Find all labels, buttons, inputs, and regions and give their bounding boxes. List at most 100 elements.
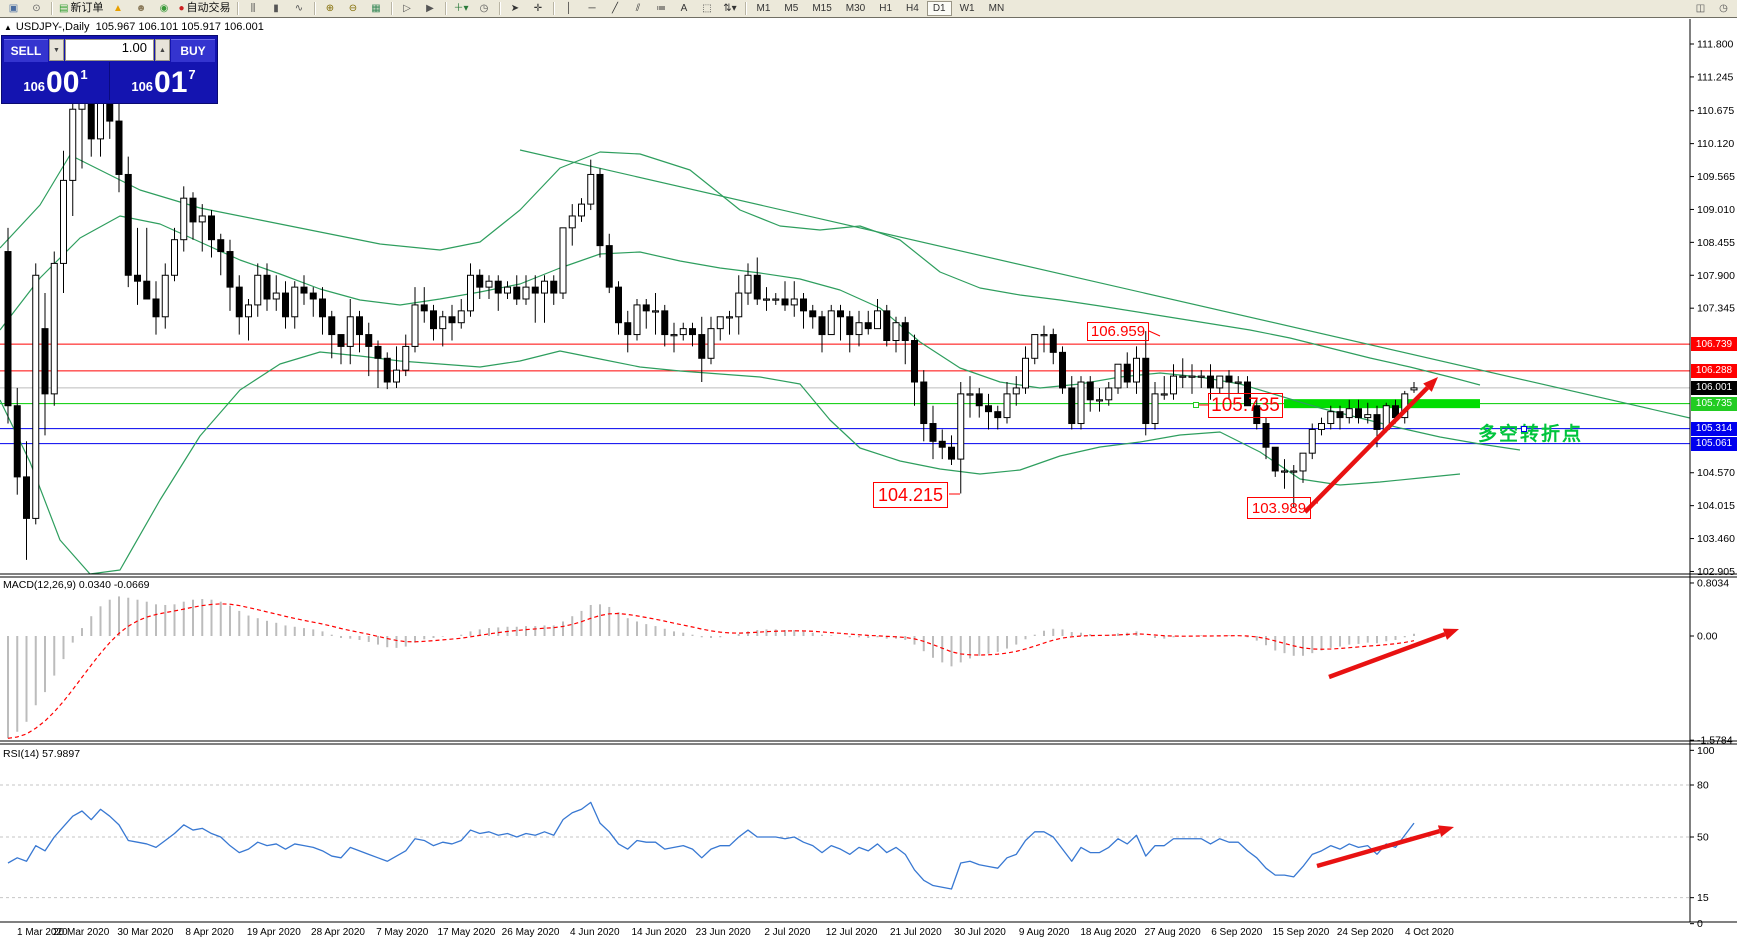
horizontal-line-tool[interactable]: ─ <box>582 1 603 16</box>
new-order-button[interactable]: ▤新订单 <box>57 1 105 16</box>
volume-down-button[interactable]: ▼ <box>49 39 64 61</box>
timeframe-m15[interactable]: M15 <box>806 1 837 16</box>
collapse-triangle-icon[interactable]: ▲ <box>4 23 12 32</box>
date-label[interactable]: 18 Aug 2020 <box>1080 927 1137 938</box>
timeframe-w1[interactable]: W1 <box>954 1 981 16</box>
svg-text:110.120: 110.120 <box>1697 138 1734 150</box>
zoom-out-button[interactable]: ⊖ <box>343 1 364 16</box>
text-label-tool-glyph: ⬚ <box>702 1 711 16</box>
crosshair-tool[interactable]: ✛ <box>528 1 549 16</box>
step-forward-button[interactable]: ▷ <box>397 1 418 16</box>
timeframe-h1[interactable]: H1 <box>873 1 898 16</box>
price-label-annotation-105.735[interactable]: 105.735 <box>1208 393 1283 418</box>
line-selection-handle[interactable] <box>1521 426 1527 432</box>
horizontal-line-tool-glyph: ─ <box>588 1 595 16</box>
add-indicator-button[interactable]: ＋▾ <box>451 1 472 16</box>
new-order-glyph: ▤ <box>59 1 68 16</box>
date-label[interactable]: 21 Jul 2020 <box>890 927 942 938</box>
date-label[interactable]: 23 Jun 2020 <box>696 927 751 938</box>
date-label[interactable]: 30 Jul 2020 <box>954 927 1006 938</box>
date-label[interactable]: 9 Aug 2020 <box>1019 927 1070 938</box>
date-label[interactable]: 28 Apr 2020 <box>311 927 365 938</box>
bull-bear-turning-point-note[interactable]: 多空转折点 <box>1478 419 1583 446</box>
line-chart-button[interactable]: ∿ <box>289 1 310 16</box>
indicator-window-icon[interactable]: ◫ <box>1690 1 1711 16</box>
arrows-tool[interactable]: ⇅▾ <box>720 1 741 16</box>
zoom-in-button[interactable]: ⊕ <box>320 1 341 16</box>
fibonacci-tool[interactable]: ≔ <box>651 1 672 16</box>
date-label[interactable]: 12 Jul 2020 <box>826 927 878 938</box>
auto-scroll-button[interactable]: ▶ <box>420 1 441 16</box>
timeframe-d1[interactable]: D1 <box>927 1 952 16</box>
text-label-tool[interactable]: ⬚ <box>697 1 718 16</box>
toolbar-group-2: ⫼▮∿ <box>243 1 310 16</box>
date-label[interactable]: 7 May 2020 <box>376 927 429 938</box>
buy-button[interactable]: BUY <box>171 39 215 62</box>
date-label[interactable]: 8 Apr 2020 <box>185 927 234 938</box>
buy-price[interactable]: 106 01 7 <box>110 62 217 100</box>
date-label[interactable]: 27 Aug 2020 <box>1145 927 1202 938</box>
svg-text:100: 100 <box>1697 745 1715 757</box>
toolbar-group-4: ▷▶ <box>397 1 441 16</box>
symbol-period-label: USDJPY-,Daily <box>16 21 90 33</box>
date-label[interactable]: 2 Jul 2020 <box>764 927 811 938</box>
price-label-annotation-106.959[interactable]: 106.959 <box>1087 322 1149 341</box>
chart-canvas[interactable]: 111.800111.245110.675110.120109.565109.0… <box>0 0 1737 942</box>
signal-icon[interactable]: ◉ <box>153 1 174 16</box>
toolbar-group-3: ⊕⊖▦ <box>320 1 387 16</box>
date-label[interactable]: 4 Jun 2020 <box>570 927 620 938</box>
vertical-line-tool[interactable]: │ <box>559 1 580 16</box>
periods-dropdown-button[interactable]: ◷ <box>474 1 495 16</box>
svg-text:50: 50 <box>1697 832 1709 844</box>
macd-indicator-label: MACD(12,26,9) 0.0340 -0.0669 <box>3 579 150 591</box>
cursor-tool[interactable]: ➤ <box>505 1 526 16</box>
date-label[interactable]: 4 Oct 2020 <box>1405 927 1454 938</box>
timeframe-group: M1M5M15M30H1H4D1W1MN <box>751 1 1011 16</box>
timeframe-mn[interactable]: MN <box>983 1 1011 16</box>
auto-scroll-glyph: ▶ <box>426 1 434 16</box>
candlestick-chart-button[interactable]: ▮ <box>266 1 287 16</box>
trendline-tool[interactable]: ╱ <box>605 1 626 16</box>
toolbar-right-group: ◫◷ <box>1690 1 1734 16</box>
svg-text:80: 80 <box>1697 780 1709 792</box>
price-label-annotation-104.215[interactable]: 104.215 <box>873 482 948 508</box>
expert-advisor-icon-glyph: ☻ <box>136 1 147 16</box>
date-label[interactable]: 26 May 2020 <box>502 927 560 938</box>
date-label[interactable]: 15 Sep 2020 <box>1273 927 1330 938</box>
clock-icon[interactable]: ◷ <box>1713 1 1734 16</box>
cone-icon[interactable]: ▲ <box>107 1 128 16</box>
svg-text:103.460: 103.460 <box>1697 533 1735 545</box>
chart-profile-icon[interactable]: ⊙ <box>26 1 47 16</box>
buy-price-big: 01 <box>154 68 187 98</box>
date-label[interactable]: 19 Apr 2020 <box>247 927 301 938</box>
equidistant-channel-tool[interactable]: ⫽ <box>628 1 649 16</box>
one-click-trading-panel: SELL ▼ 1.00 ▲ BUY 106 00 1 106 01 7 <box>2 36 217 103</box>
date-label[interactable]: 30 Mar 2020 <box>117 927 174 938</box>
date-label[interactable]: 24 Sep 2020 <box>1337 927 1394 938</box>
chart-window-icon[interactable]: ▣ <box>3 1 24 16</box>
svg-text:104.570: 104.570 <box>1697 467 1735 479</box>
chart-window-icon-glyph: ▣ <box>9 1 18 16</box>
bar-chart-button[interactable]: ⫼ <box>243 1 264 16</box>
date-label[interactable]: 14 Jun 2020 <box>631 927 686 938</box>
sell-price[interactable]: 106 00 1 <box>2 62 109 100</box>
expert-advisor-icon[interactable]: ☻ <box>130 1 151 16</box>
timeframe-h4[interactable]: H4 <box>900 1 925 16</box>
volume-input[interactable]: 1.00 <box>65 39 154 61</box>
date-label[interactable]: 20 Mar 2020 <box>53 927 110 938</box>
date-label[interactable]: 6 Sep 2020 <box>1211 927 1263 938</box>
date-label[interactable]: 17 May 2020 <box>437 927 495 938</box>
price-label-annotation-103.989[interactable]: 103.989 <box>1247 497 1311 519</box>
text-tool[interactable]: A <box>674 1 695 16</box>
tile-windows-button[interactable]: ▦ <box>366 1 387 16</box>
timeframe-m1[interactable]: M1 <box>751 1 777 16</box>
volume-up-button[interactable]: ▲ <box>155 39 170 61</box>
auto-trading-button[interactable]: ●自动交易 <box>176 1 232 16</box>
timeframe-m5[interactable]: M5 <box>778 1 804 16</box>
svg-text:107.900: 107.900 <box>1697 270 1735 282</box>
signal-icon-glyph: ◉ <box>160 1 169 16</box>
svg-text:0.8034: 0.8034 <box>1697 577 1729 589</box>
timeframe-m30[interactable]: M30 <box>840 1 871 16</box>
line-selection-handle[interactable] <box>1193 402 1199 408</box>
sell-button[interactable]: SELL <box>4 39 48 62</box>
